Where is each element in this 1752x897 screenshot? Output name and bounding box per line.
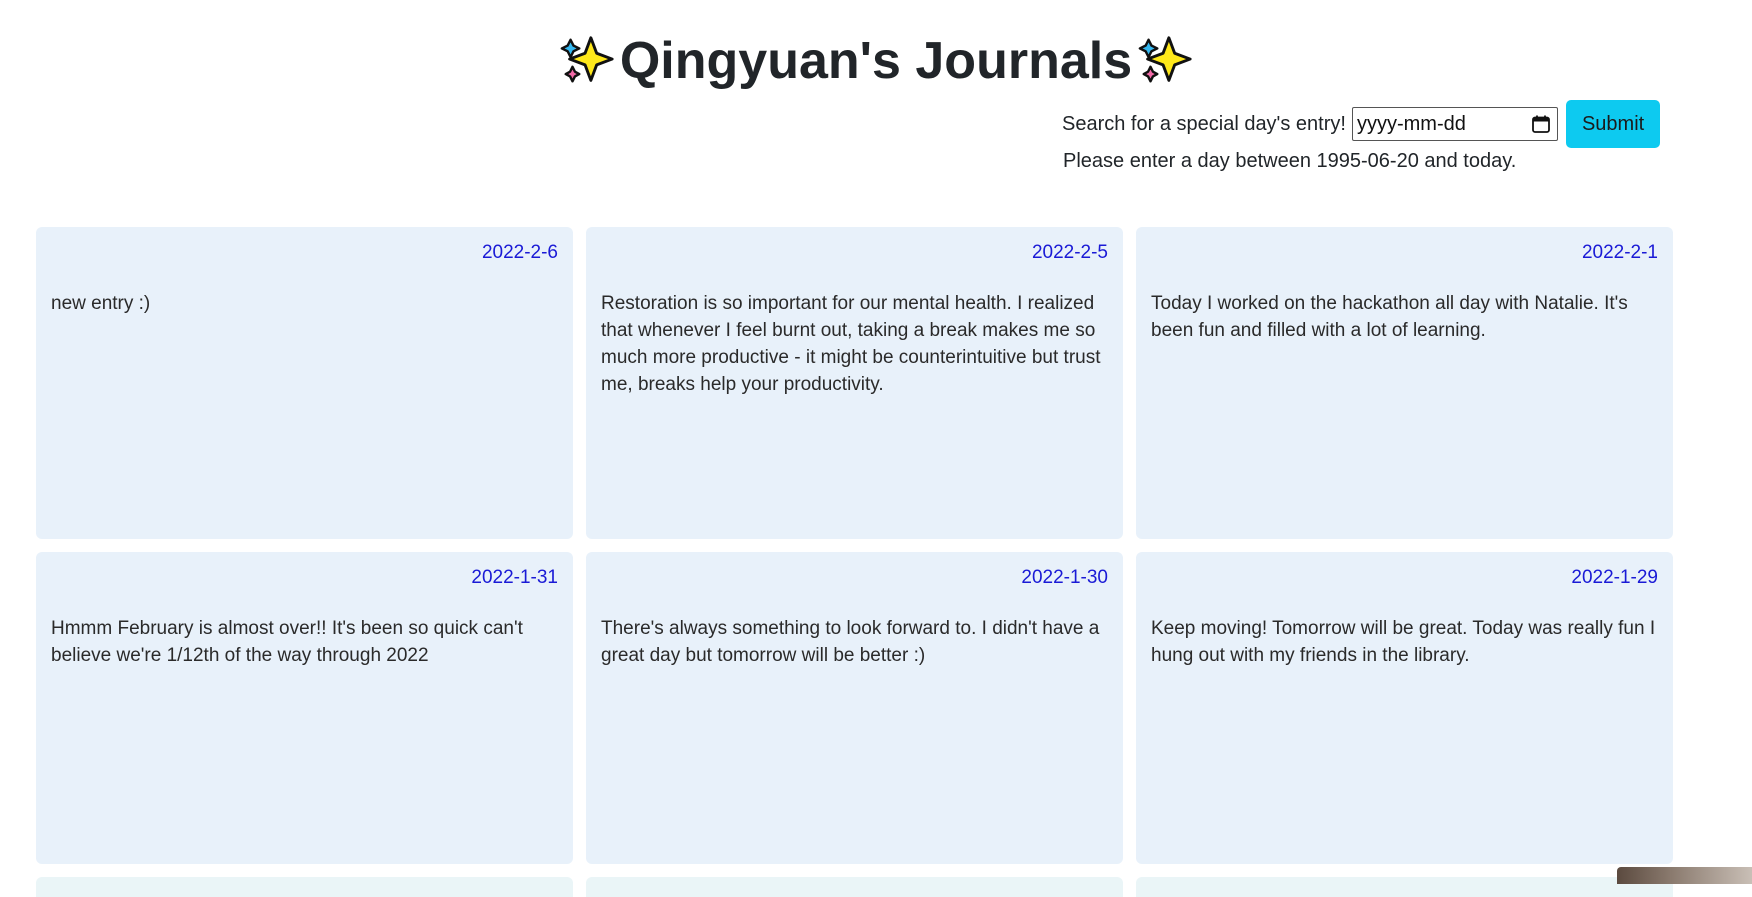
page-title: Qingyuan's Journals bbox=[558, 28, 1194, 94]
date-search-form: Search for a special day's entry! yyyy-m… bbox=[1062, 100, 1661, 148]
entry-card[interactable]: 2022-1-31 Hmmm February is almost over!!… bbox=[36, 552, 573, 864]
entry-text: There's always something to look forward… bbox=[601, 618, 1100, 666]
entry-card[interactable]: 2022-1-30 There's always something to lo… bbox=[586, 552, 1123, 864]
entry-date[interactable]: 2022-1-29 bbox=[1151, 566, 1658, 590]
entry-date[interactable]: 2022-2-5 bbox=[601, 241, 1108, 265]
sparkles-icon bbox=[1138, 36, 1192, 83]
entry-date[interactable]: 2022-2-1 bbox=[1151, 241, 1658, 265]
entry-text: Restoration is so important for our ment… bbox=[601, 293, 1101, 395]
search-label: Search for a special day's entry! bbox=[1062, 112, 1346, 135]
date-input[interactable]: yyyy-mm-dd bbox=[1351, 107, 1558, 141]
entries-grid-next-row bbox=[36, 877, 1673, 897]
entry-card[interactable]: 2022-2-1 Today I worked on the hackathon… bbox=[1136, 227, 1673, 539]
submit-button[interactable]: Submit bbox=[1565, 100, 1661, 148]
entries-grid: 2022-2-6 new entry :) 2022-2-5 Restorati… bbox=[36, 227, 1673, 864]
entry-card-partial[interactable] bbox=[1136, 877, 1673, 897]
title-text: Qingyuan's Journals bbox=[619, 32, 1133, 90]
page-header: Qingyuan's Journals bbox=[0, 28, 1752, 95]
entry-date[interactable]: 2022-2-6 bbox=[51, 241, 558, 265]
calendar-icon[interactable] bbox=[1531, 114, 1551, 134]
entry-card[interactable]: 2022-2-5 Restoration is so important for… bbox=[586, 227, 1123, 539]
sparkles-icon bbox=[560, 36, 614, 83]
entry-date[interactable]: 2022-1-31 bbox=[51, 566, 558, 590]
entry-card[interactable]: 2022-1-29 Keep moving! Tomorrow will be … bbox=[1136, 552, 1673, 864]
entry-text: new entry :) bbox=[51, 293, 151, 314]
video-thumbnail-overlay[interactable] bbox=[1617, 867, 1752, 884]
entry-text: Hmmm February is almost over!! It's been… bbox=[51, 618, 523, 666]
entry-text: Keep moving! Tomorrow will be great. Tod… bbox=[1151, 618, 1656, 666]
entry-date[interactable]: 2022-1-30 bbox=[601, 566, 1108, 590]
entry-card-partial[interactable] bbox=[36, 877, 573, 897]
date-range-hint: Please enter a day between 1995-06-20 an… bbox=[1063, 150, 1517, 172]
entry-card-partial[interactable] bbox=[586, 877, 1123, 897]
date-input-placeholder: yyyy-mm-dd bbox=[1356, 112, 1466, 135]
entry-card[interactable]: 2022-2-6 new entry :) bbox=[36, 227, 573, 539]
entry-text: Today I worked on the hackathon all day … bbox=[1151, 293, 1628, 341]
